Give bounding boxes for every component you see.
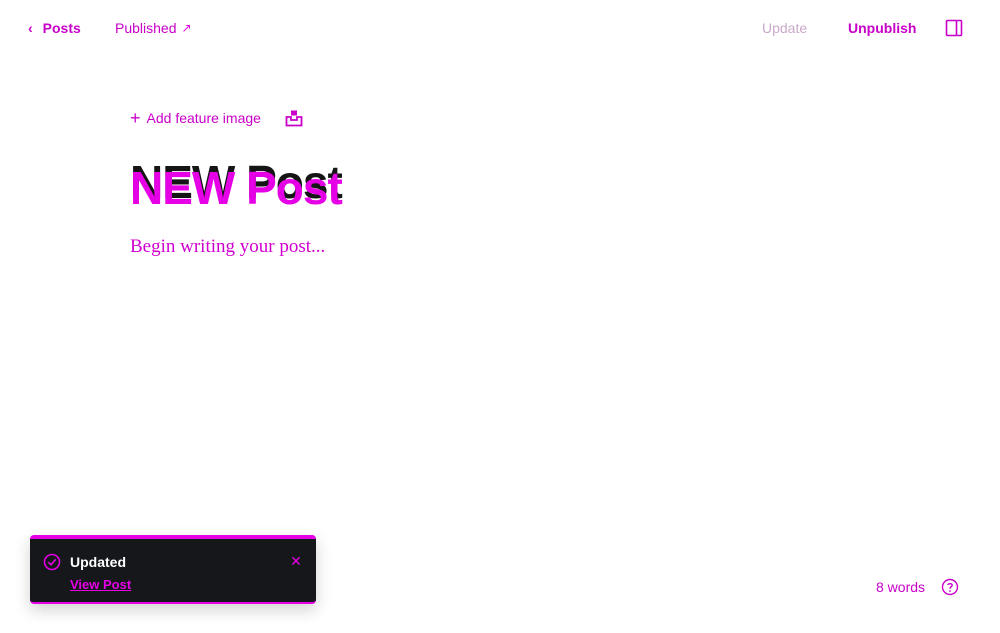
- word-count: 8 words: [876, 579, 926, 595]
- post-title-text: NEW Post: [130, 162, 343, 214]
- plus-icon: +: [130, 108, 141, 128]
- view-post-link[interactable]: View Post: [70, 577, 131, 592]
- back-to-posts-link[interactable]: ‹ Posts: [28, 16, 81, 40]
- editor-header: ‹ Posts Published ↗ Update Unpublish: [0, 0, 1000, 56]
- back-label: Posts: [42, 20, 81, 36]
- feature-image-row: + Add feature image: [130, 106, 303, 130]
- chevron-left-icon: ‹: [28, 20, 33, 36]
- update-button[interactable]: Update: [762, 16, 807, 40]
- external-link-icon: ↗: [181, 21, 192, 35]
- add-feature-image-button[interactable]: + Add feature image: [130, 109, 261, 127]
- post-editor: ‹ Posts Published ↗ Update Unpublish + A…: [0, 0, 1000, 633]
- unsplash-icon[interactable]: [285, 109, 303, 127]
- post-body-editor[interactable]: Begin writing your post...: [130, 236, 325, 258]
- post-title-input[interactable]: NEW Post NEW Post: [130, 156, 343, 216]
- help-circle-icon[interactable]: [941, 578, 959, 596]
- unpublish-button[interactable]: Unpublish: [848, 16, 916, 40]
- notification-toast: Updated View Post ✕: [30, 535, 316, 604]
- check-circle-icon: [43, 553, 61, 571]
- post-status-label: Published: [115, 20, 177, 36]
- post-status[interactable]: Published ↗: [115, 16, 192, 40]
- add-feature-image-label: Add feature image: [146, 110, 261, 126]
- close-icon[interactable]: ✕: [288, 553, 304, 569]
- toast-title: Updated: [70, 554, 126, 570]
- sidebar-toggle-icon[interactable]: [945, 19, 963, 37]
